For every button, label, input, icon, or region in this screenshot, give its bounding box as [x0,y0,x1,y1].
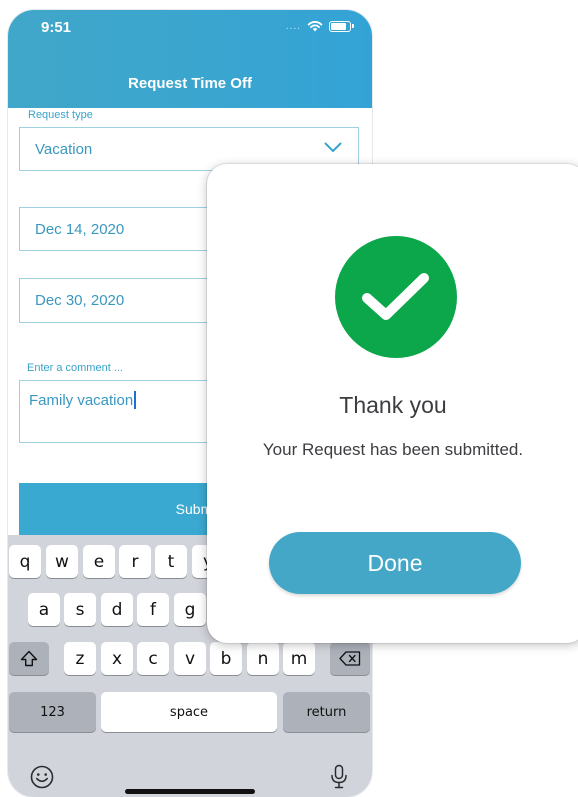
key-r[interactable]: r [119,545,151,578]
key-m[interactable]: m [283,642,315,675]
key-a[interactable]: a [28,593,60,626]
confirmation-dialog: Thank you Your Request has been submitte… [207,164,578,643]
space-key[interactable]: space [101,692,277,732]
comment-value: Family vacation [29,392,134,409]
shift-icon [20,650,38,667]
dictation-key[interactable] [326,762,352,792]
shift-key[interactable] [9,642,49,675]
key-c[interactable]: c [137,642,169,675]
status-time: 9:51 [41,19,72,36]
signal-dots: .... [285,20,301,32]
delete-key[interactable] [330,642,370,675]
numbers-key[interactable]: 123 [9,692,96,732]
key-f[interactable]: f [137,593,169,626]
microphone-icon [331,764,347,789]
end-date-value: Dec 30, 2020 [35,292,125,309]
emoji-icon [30,765,54,789]
key-t[interactable]: t [155,545,187,578]
wifi-icon [307,21,323,32]
start-date-value: Dec 14, 2020 [35,220,125,238]
dialog-title: Thank you [339,392,447,418]
status-icons: .... [286,20,354,32]
emoji-key[interactable] [28,763,56,791]
key-s[interactable]: s [64,593,96,626]
dialog-message: Your Request has been submitted. [262,440,524,459]
key-q[interactable]: q [9,545,41,578]
battery-icon [329,20,351,32]
done-button[interactable]: Done [269,532,521,594]
checkmark-icon [362,273,429,320]
key-x[interactable]: x [101,642,133,675]
chevron-down-icon [324,142,342,152]
text-cursor [134,391,136,409]
request-type-value: Vacation [35,140,93,158]
key-e[interactable]: e [83,545,115,578]
key-w[interactable]: w [46,545,78,578]
key-v[interactable]: v [174,642,206,675]
backspace-icon [339,651,361,666]
key-d[interactable]: d [101,593,133,626]
success-check-icon [335,236,457,358]
return-key[interactable]: return [283,692,370,732]
done-label: Done [367,549,423,576]
request-type-label: Request type [28,109,93,121]
app-header: 9:51 .... Request Time Off [8,10,372,108]
comment-label: Enter a comment ... [27,362,123,374]
key-z[interactable]: z [64,642,96,675]
page-title: Request Time Off [128,75,252,92]
key-g[interactable]: g [174,593,206,626]
key-b[interactable]: b [210,642,242,675]
battery-tip [352,24,354,28]
home-indicator [125,789,255,794]
key-n[interactable]: n [247,642,279,675]
